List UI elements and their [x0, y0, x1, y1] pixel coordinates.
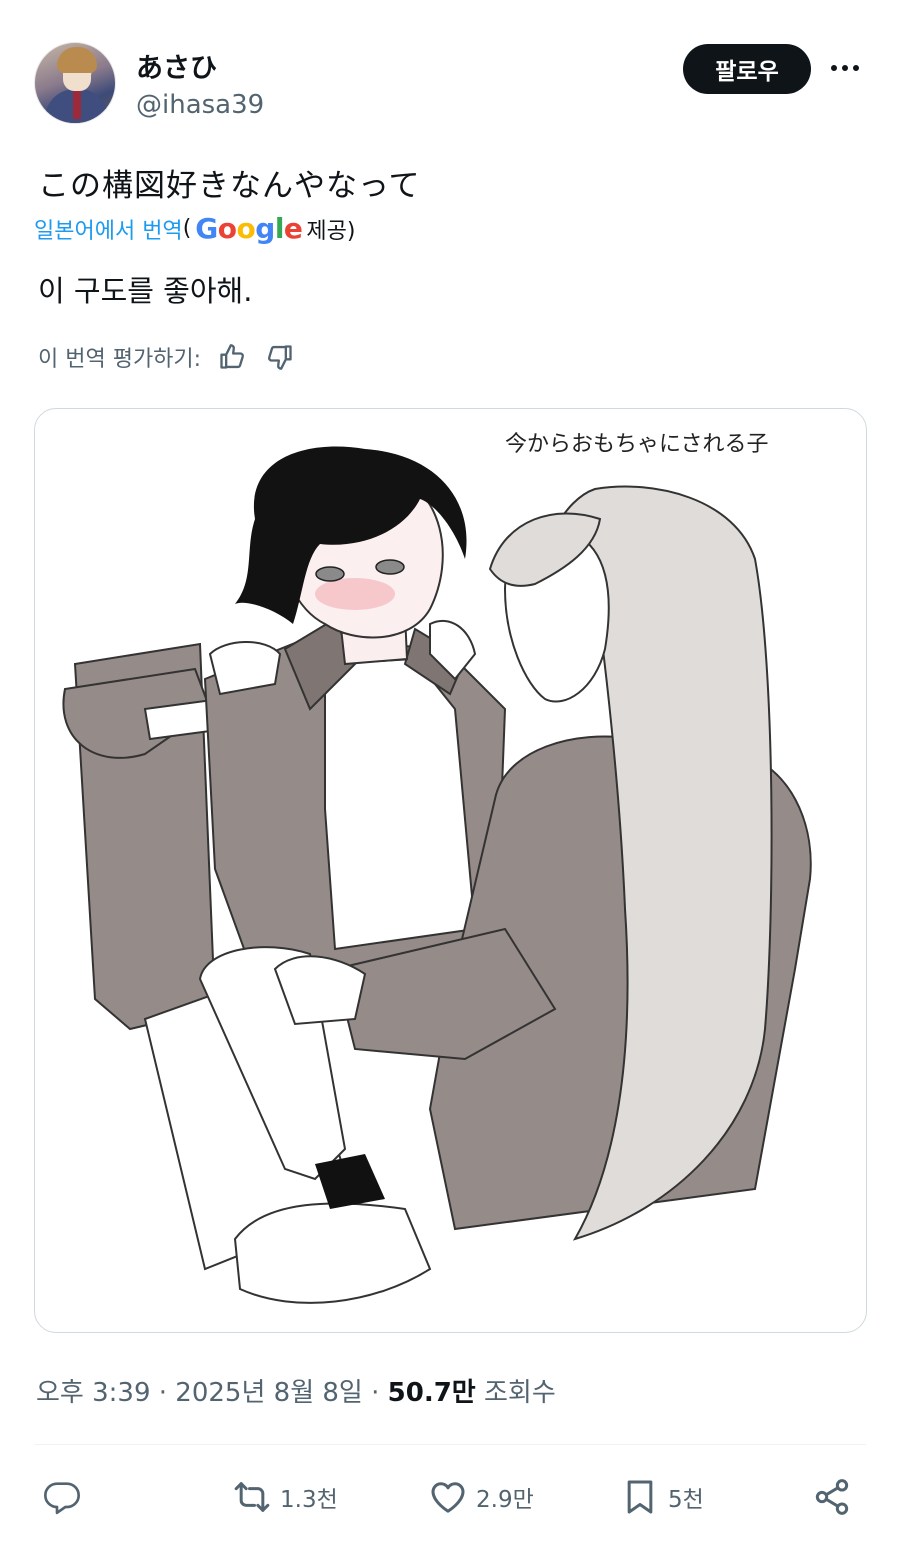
- user-handle[interactable]: @ihasa39: [136, 90, 264, 120]
- avatar[interactable]: [34, 42, 116, 124]
- share-button[interactable]: [812, 1470, 860, 1524]
- tweet-meta: 오후 3:39 · 2025년 8월 8일 · 50.7만 조회수: [36, 1372, 556, 1409]
- bookmark-icon: [620, 1477, 660, 1517]
- tweet-image[interactable]: 今からおもちゃにされる子: [34, 408, 867, 1333]
- reply-icon: [42, 1477, 82, 1517]
- action-bar: 1.3천 2.9만 5천: [34, 1470, 866, 1524]
- share-icon: [812, 1477, 852, 1517]
- rate-translation-row: 이 번역 평가하기:: [38, 340, 297, 374]
- divider: [34, 1444, 866, 1445]
- translation-attribution: 일본어에서 번역 ( Google 제공): [34, 212, 356, 245]
- follow-button[interactable]: 팔로우: [683, 44, 811, 94]
- bookmark-count: 5천: [668, 1487, 704, 1513]
- retweet-icon: [232, 1477, 272, 1517]
- illustration: 今からおもちゃにされる子: [62, 432, 812, 1304]
- retweet-button[interactable]: 1.3천: [232, 1470, 338, 1524]
- like-count: 2.9만: [476, 1487, 534, 1513]
- heart-icon: [428, 1477, 468, 1517]
- translation-open-paren: (: [182, 216, 192, 241]
- tweet-text: この構図好きなんやなって: [38, 168, 421, 204]
- views-count: 50.7만: [387, 1378, 476, 1408]
- retweet-count: 1.3천: [280, 1487, 338, 1513]
- translated-text: 이 구도를 좋아해.: [38, 274, 253, 308]
- tweet-header: あさひ @ihasa39 팔로우: [34, 40, 866, 132]
- meta-separator: ·: [150, 1378, 176, 1408]
- reply-button[interactable]: [42, 1470, 90, 1524]
- thumbs-down-icon[interactable]: [263, 340, 297, 374]
- display-name[interactable]: あさひ: [136, 46, 217, 85]
- like-button[interactable]: 2.9만: [428, 1470, 534, 1524]
- views-label: 조회수: [475, 1378, 556, 1408]
- more-icon[interactable]: [827, 54, 863, 82]
- thumbs-up-icon[interactable]: [215, 340, 249, 374]
- bookmark-button[interactable]: 5천: [620, 1470, 704, 1524]
- meta-separator: ·: [362, 1378, 388, 1408]
- tweet-date[interactable]: 2025년 8월 8일: [175, 1378, 363, 1408]
- rate-translation-label: 이 번역 평가하기:: [38, 347, 202, 372]
- handwritten-caption: 今からおもちゃにされる子: [505, 432, 769, 457]
- google-logo: Google: [195, 212, 303, 245]
- translation-link[interactable]: 일본어에서 번역: [34, 213, 183, 245]
- translation-provided: 제공): [306, 218, 356, 244]
- tweet-time[interactable]: 오후 3:39: [36, 1378, 151, 1408]
